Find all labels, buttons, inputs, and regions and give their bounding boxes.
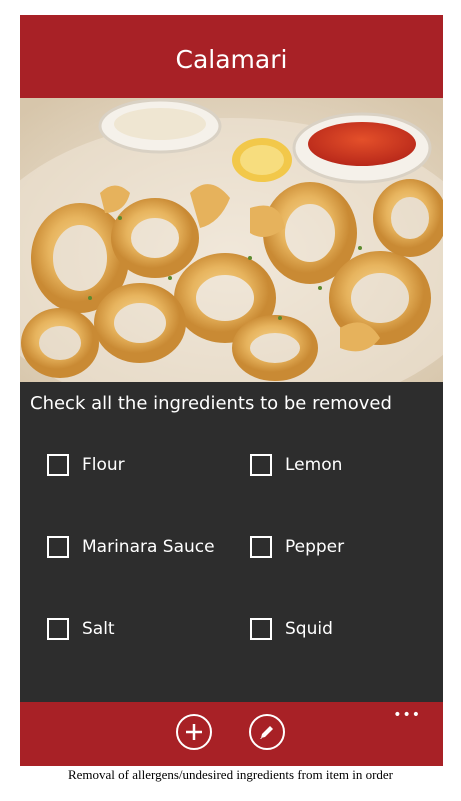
checkbox[interactable]	[250, 618, 272, 640]
checkbox[interactable]	[47, 454, 69, 476]
ingredient-label: Pepper	[285, 537, 345, 557]
ingredient-option-marinara-sauce[interactable]: Marinara Sauce	[47, 536, 215, 558]
pencil-icon	[260, 726, 273, 739]
ingredient-option-lemon[interactable]: Lemon	[250, 454, 342, 476]
app-bar: •••	[20, 702, 443, 766]
ingredient-label: Salt	[82, 619, 115, 639]
ingredient-option-pepper[interactable]: Pepper	[250, 536, 344, 558]
ingredient-label: Lemon	[285, 455, 343, 475]
ingredient-option-squid[interactable]: Squid	[250, 618, 333, 640]
instruction-text: Check all the ingredients to be removed	[30, 393, 392, 414]
ingredient-label: Marinara Sauce	[82, 537, 215, 557]
page-title: Calamari	[175, 45, 288, 74]
app-header: Calamari	[20, 15, 443, 98]
checkbox[interactable]	[250, 454, 272, 476]
ingredient-option-flour[interactable]: Flour	[47, 454, 125, 476]
calamari-photo	[20, 98, 443, 382]
figure-caption: Removal of allergens/undesired ingredien…	[67, 767, 394, 782]
calamari-photo-illustration	[20, 98, 443, 382]
plus-icon	[186, 724, 202, 740]
page: Calamari Check all the ingredients to be…	[0, 0, 461, 801]
checkbox[interactable]	[47, 536, 69, 558]
phone-screen: Calamari Check all the ingredients to be…	[20, 15, 443, 766]
more-options-button[interactable]: •••	[393, 708, 421, 722]
ingredient-label: Flour	[82, 455, 125, 475]
checkbox[interactable]	[250, 536, 272, 558]
ingredient-label: Squid	[285, 619, 333, 639]
ingredient-option-salt[interactable]: Salt	[47, 618, 115, 640]
checkbox[interactable]	[47, 618, 69, 640]
edit-button[interactable]	[249, 714, 285, 750]
add-button[interactable]	[176, 714, 212, 750]
